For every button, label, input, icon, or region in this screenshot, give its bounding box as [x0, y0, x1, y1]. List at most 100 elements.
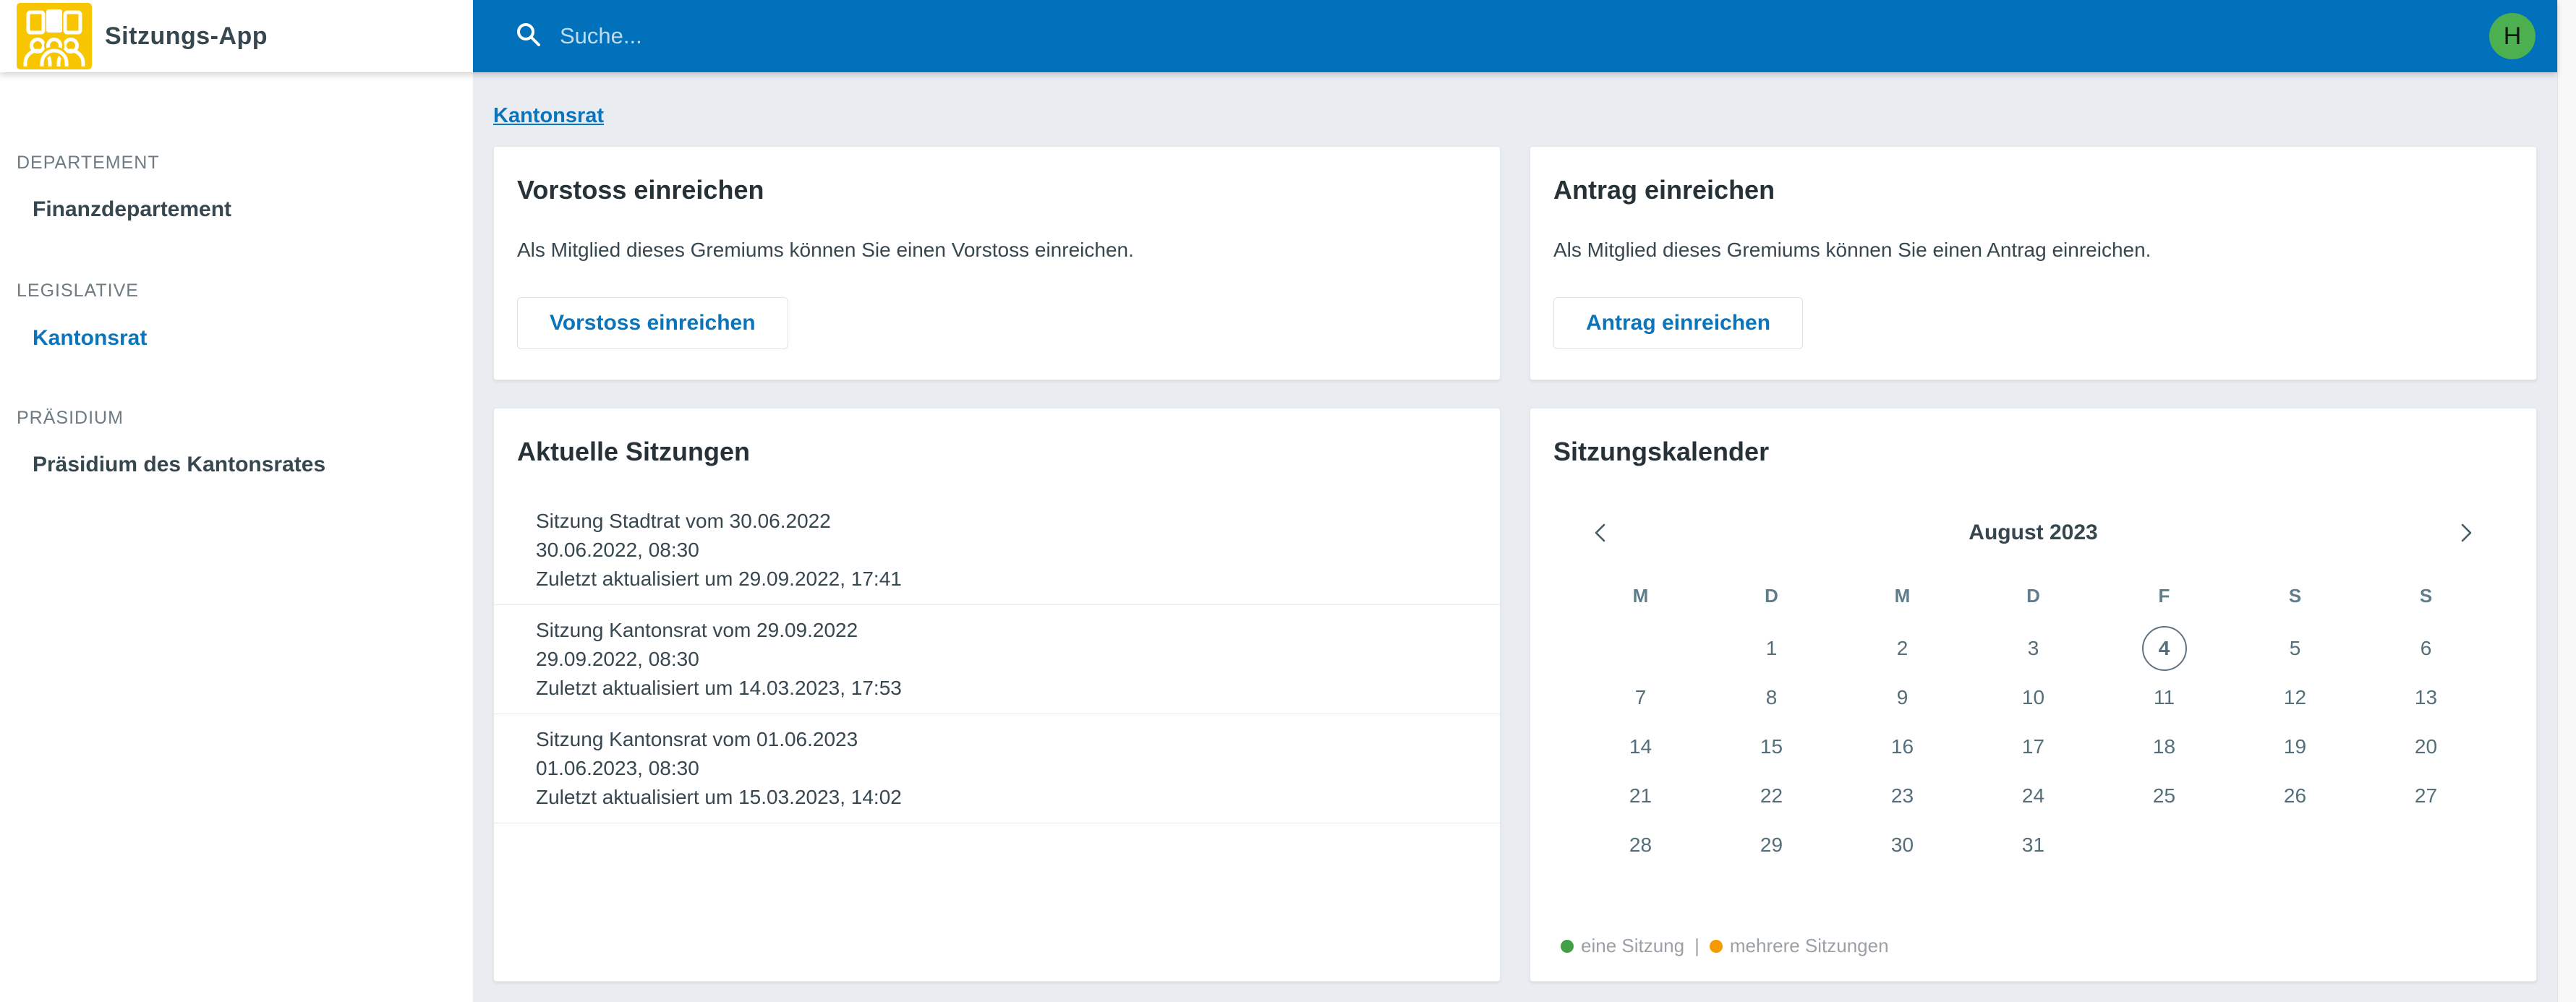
calendar-day-cell[interactable]: 16	[1880, 724, 1925, 769]
sitzung-datetime: 29.09.2022, 08:30	[536, 648, 699, 670]
app-logo-icon	[17, 3, 92, 69]
sitzungen-list: Sitzung Stadtrat vom 30.06.2022 30.06.20…	[494, 507, 1500, 823]
top-app-bar: Sitzungs-App H	[0, 0, 2557, 72]
calendar-day-cell[interactable]: 15	[1749, 724, 1794, 769]
aktuelle-sitzungen-title: Aktuelle Sitzungen	[517, 437, 751, 466]
app-title: Sitzungs-App	[105, 22, 268, 50]
sitzung-list-item[interactable]: Sitzung Kantonsrat vom 01.06.2023 01.06.…	[517, 725, 1477, 812]
calendar-day-cell[interactable]: 2	[1880, 626, 1925, 671]
calendar-day-cell[interactable]: 21	[1618, 774, 1663, 818]
sitzungskalender-card: Sitzungskalender August 2023 M D M D F S…	[1530, 408, 2537, 982]
weekday-label: S	[2419, 584, 2433, 607]
calendar-day-cell[interactable]: 13	[2404, 675, 2449, 720]
breadcrumb-link-kantonsrat[interactable]: Kantonsrat	[493, 104, 604, 127]
chevron-left-icon[interactable]	[1585, 517, 1617, 549]
calendar-day-cell[interactable]: 5	[2273, 626, 2318, 671]
calendar-weekday-row: M D M D F S S	[1575, 578, 2491, 614]
single-meeting-dot-icon	[1561, 939, 1574, 953]
sidebar-item-praesidium-des-kantonsrates[interactable]: Präsidium des Kantonsrates	[17, 452, 456, 478]
avatar[interactable]: H	[2489, 13, 2536, 59]
list-divider	[494, 604, 1500, 605]
calendar-week-row: 1 2 3 4 5 6	[1575, 624, 2491, 673]
chevron-right-icon[interactable]	[2449, 517, 2481, 549]
weekday-label: M	[1894, 584, 1911, 607]
calendar-day-cell	[2142, 823, 2187, 868]
calendar-day-cell[interactable]: 11	[2142, 675, 2187, 720]
search-input[interactable]	[560, 23, 1211, 49]
legend-single-label: eine Sitzung	[1581, 935, 1685, 956]
search-icon	[515, 21, 542, 52]
antrag-card-title: Antrag einreichen	[1553, 175, 1775, 205]
scrollbar[interactable]	[2557, 0, 2576, 1002]
antrag-card: Antrag einreichen Als Mitglied dieses Gr…	[1530, 146, 2537, 380]
body: DEPARTEMENT Finanzdepartement LEGISLATIV…	[0, 72, 2557, 1002]
weekday-label: D	[1765, 584, 1778, 607]
content-area: Kantonsrat Vorstoss einreichen Als Mitgl…	[473, 72, 2557, 1002]
sitzung-updated: Zuletzt aktualisiert um 14.03.2023, 17:5…	[536, 677, 902, 699]
calendar-day-cell[interactable]: 18	[2142, 724, 2187, 769]
calendar-day-cell[interactable]: 14	[1618, 724, 1663, 769]
calendar-day-cell[interactable]: 19	[2273, 724, 2318, 769]
calendar-day-cell[interactable]: 26	[2273, 774, 2318, 818]
calendar-day-cell[interactable]: 1	[1749, 626, 1794, 671]
calendar-week-row: 7 8 9 10 11 12 13	[1575, 673, 2491, 722]
header-bar: H	[473, 0, 2557, 72]
vorstoss-card: Vorstoss einreichen Als Mitglied dieses …	[493, 146, 1501, 380]
calendar-day-cell[interactable]: 6	[2404, 626, 2449, 671]
sitzung-updated: Zuletzt aktualisiert um 29.09.2022, 17:4…	[536, 568, 902, 590]
vorstoss-card-title: Vorstoss einreichen	[517, 175, 764, 205]
calendar-legend: eine Sitzung | mehrere Sitzungen	[1553, 935, 2513, 957]
calendar-day-cell[interactable]: 29	[1749, 823, 1794, 868]
sidebar-section-legislative: LEGISLATIVE	[17, 281, 139, 301]
cards-grid: Vorstoss einreichen Als Mitglied dieses …	[493, 146, 2537, 982]
sitzung-datetime: 30.06.2022, 08:30	[536, 539, 699, 561]
calendar-day-cell[interactable]: 31	[2011, 823, 2056, 868]
calendar-day-cell[interactable]: 10	[2011, 675, 2056, 720]
logo-area: Sitzungs-App	[0, 0, 473, 72]
sitzung-title: Sitzung Kantonsrat vom 29.09.2022	[536, 619, 858, 641]
calendar-day-cell[interactable]: 8	[1749, 675, 1794, 720]
sidebar-section-departement: DEPARTEMENT	[17, 153, 160, 173]
calendar-day-cell	[2404, 823, 2449, 868]
sidebar-section-praesidium: PRÄSIDIUM	[17, 408, 124, 428]
calendar-day-cell[interactable]: 25	[2142, 774, 2187, 818]
viewport: Sitzungs-App H DEPARTEME	[0, 0, 2576, 1002]
legend-separator: |	[1694, 935, 1699, 956]
calendar-day-cell[interactable]: 20	[2404, 724, 2449, 769]
legend-multiple-label: mehrere Sitzungen	[1729, 935, 1889, 956]
calendar-day-cell[interactable]: 22	[1749, 774, 1794, 818]
sitzung-title: Sitzung Stadtrat vom 30.06.2022	[536, 510, 831, 532]
calendar-navigation: August 2023	[1553, 510, 2513, 556]
vorstoss-einreichen-button[interactable]: Vorstoss einreichen	[517, 297, 788, 349]
calendar-days: 1 2 3 4 5 6 7 8 9 10 11 12 13 14 15 16 1…	[1575, 624, 2491, 870]
sitzung-datetime: 01.06.2023, 08:30	[536, 757, 699, 779]
weekday-label: S	[2288, 584, 2302, 607]
calendar-grid: M D M D F S S 1 2 3 4 5 6 7 8 9 10 11 12…	[1553, 578, 2513, 870]
vorstoss-card-description: Als Mitglied dieses Gremiums können Sie …	[517, 239, 1134, 261]
calendar-day-cell[interactable]: 23	[1880, 774, 1925, 818]
sitzungskalender-title: Sitzungskalender	[1553, 437, 1770, 466]
sitzung-list-item[interactable]: Sitzung Kantonsrat vom 29.09.2022 29.09.…	[517, 616, 1477, 703]
calendar-day-cell	[1618, 626, 1663, 671]
calendar-day-cell[interactable]: 28	[1618, 823, 1663, 868]
antrag-einreichen-button[interactable]: Antrag einreichen	[1553, 297, 1804, 349]
sidebar: DEPARTEMENT Finanzdepartement LEGISLATIV…	[0, 72, 473, 1002]
calendar-day-cell[interactable]: 9	[1880, 675, 1925, 720]
calendar-day-cell[interactable]: 30	[1880, 823, 1925, 868]
calendar-day-cell[interactable]: 24	[2011, 774, 2056, 818]
sitzung-list-item[interactable]: Sitzung Stadtrat vom 30.06.2022 30.06.20…	[517, 507, 1477, 594]
calendar-day-cell[interactable]: 7	[1618, 675, 1663, 720]
calendar-day-cell	[2273, 823, 2318, 868]
sidebar-item-finanzdepartement[interactable]: Finanzdepartement	[17, 197, 456, 223]
breadcrumb: Kantonsrat	[493, 104, 2537, 127]
aktuelle-sitzungen-card: Aktuelle Sitzungen Sitzung Stadtrat vom …	[493, 408, 1501, 982]
calendar-day-cell-today[interactable]: 4	[2141, 626, 2187, 671]
main-column: Sitzungs-App H DEPARTEME	[0, 0, 2557, 1002]
calendar-day-cell[interactable]: 3	[2011, 626, 2056, 671]
sidebar-item-kantonsrat[interactable]: Kantonsrat	[17, 325, 456, 351]
calendar-day-cell[interactable]: 27	[2404, 774, 2449, 818]
calendar-month-label: August 2023	[1969, 521, 2098, 544]
weekday-label: D	[2026, 584, 2040, 607]
calendar-day-cell[interactable]: 17	[2011, 724, 2056, 769]
calendar-day-cell[interactable]: 12	[2273, 675, 2318, 720]
